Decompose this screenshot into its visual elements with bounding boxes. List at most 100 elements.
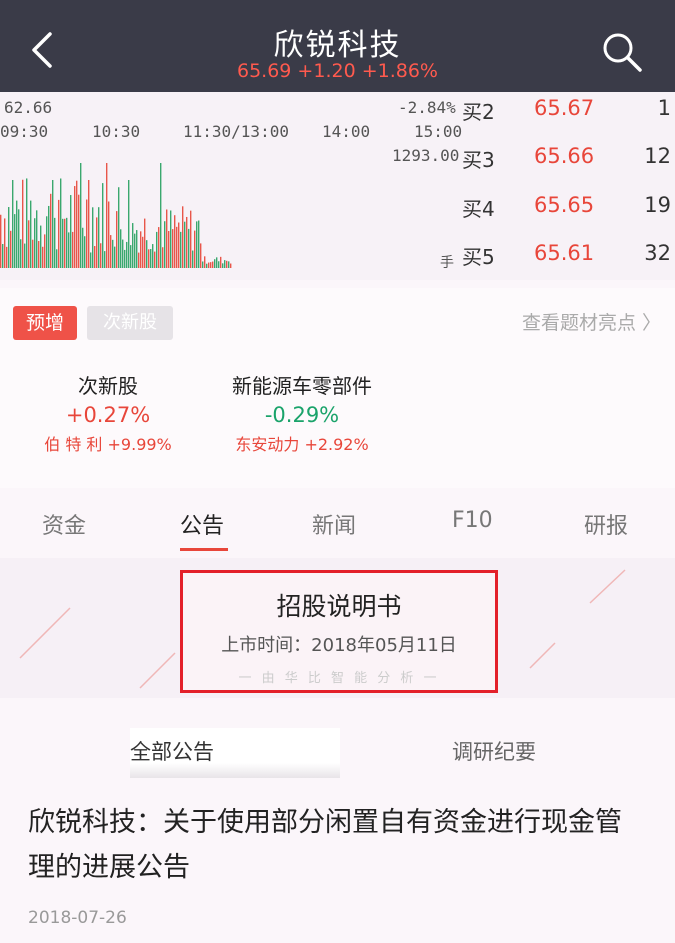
announcement-item[interactable]: 欣锐科技：关于使用部分闲置自有资金进行现金管理的进展公告 2018-07-26	[28, 800, 648, 928]
chart-time-label: 09:30	[0, 122, 49, 141]
volume-bar	[10, 230, 12, 268]
volume-bar	[140, 231, 142, 268]
volume-bar	[164, 221, 166, 268]
volume-bar	[44, 234, 46, 268]
order-book-label: 买4	[462, 197, 495, 221]
volume-bar	[114, 246, 116, 268]
volume-bar	[34, 218, 36, 268]
volume-bar	[124, 249, 126, 268]
volume-bar	[190, 210, 192, 268]
volume-bar	[110, 235, 112, 268]
volume-bar	[32, 239, 34, 268]
intraday-chart-panel[interactable]: 62.66 -2.84% 09:30 10:30 11:30/13:00 14:…	[0, 92, 675, 280]
tab-news[interactable]: 新闻	[312, 508, 356, 540]
volume-bar	[180, 231, 182, 268]
volume-bar	[206, 263, 208, 268]
volume-bar	[182, 206, 184, 268]
volume-bar	[52, 180, 54, 268]
stock-name: 欣锐科技	[273, 28, 402, 63]
volume-bar	[40, 225, 42, 268]
volume-bar	[144, 218, 146, 268]
volume-bar	[62, 218, 64, 268]
volume-bar	[178, 222, 180, 268]
volume-bar	[220, 256, 222, 268]
order-book-row: 买3 65.66 12	[462, 144, 675, 184]
tab-research[interactable]: 研报	[584, 508, 628, 540]
volume-bar	[2, 243, 4, 268]
order-book-row: 买4 65.65 19	[462, 193, 675, 233]
order-book-volume: 19	[644, 193, 671, 217]
concept-leader-stock: 东安动力	[235, 435, 300, 454]
volume-bar	[152, 244, 154, 268]
volume-bar	[216, 257, 218, 268]
volume-bar	[224, 260, 226, 268]
chart-time-label: 11:30/13:00	[183, 122, 289, 141]
volume-bar	[162, 247, 164, 268]
view-highlights-link[interactable]: 查看题材亮点 〉	[522, 308, 661, 335]
volume-bar	[194, 230, 196, 268]
volume-bar	[82, 227, 84, 268]
volume-bar	[204, 256, 206, 268]
announcement-date: 2018-07-26	[28, 908, 127, 928]
volume-bar	[186, 216, 188, 268]
volume-bar	[126, 241, 128, 268]
chart-pct-label: -2.84%	[398, 98, 456, 117]
volume-bar	[118, 187, 120, 268]
volume-bar	[0, 214, 2, 268]
subtab-all-announcements[interactable]: 全部公告	[130, 728, 340, 778]
volume-bar	[70, 195, 72, 268]
volume-bar	[134, 233, 136, 268]
order-book-volume: 12	[644, 144, 671, 168]
volume-histogram	[0, 163, 232, 268]
volume-bar	[4, 218, 6, 268]
volume-bar	[214, 259, 216, 268]
volume-bar	[60, 178, 62, 268]
concept-leader-change: +9.99%	[107, 435, 172, 454]
volume-bar	[212, 261, 214, 268]
volume-bar	[88, 180, 90, 268]
prospectus-banner[interactable]: 招股说明书 上市时间：2018年05月11日 一 由 华 比 智 能 分 析 一	[0, 558, 675, 698]
volume-bar	[54, 217, 56, 268]
active-tab-indicator	[180, 548, 228, 551]
concept-name: 次新股	[78, 374, 138, 398]
volume-bar	[192, 250, 194, 268]
tab-funds[interactable]: 资金	[42, 508, 86, 540]
volume-bar	[96, 217, 98, 268]
volume-bar	[8, 207, 10, 268]
chart-time-label: 15:00	[414, 122, 463, 141]
subtab-research-label: 调研纪要	[452, 740, 536, 764]
volume-bar	[76, 180, 78, 268]
order-book-price: 65.65	[534, 193, 595, 217]
tab-bar: 资金 公告 新闻 F10 研报	[0, 500, 675, 552]
volume-bar	[106, 163, 108, 268]
stock-quote: 65.69 +1.20 +1.86%	[237, 60, 438, 82]
volume-bar	[172, 229, 174, 268]
volume-bar	[198, 220, 200, 268]
banner-footer: 一 由 华 比 智 能 分 析 一	[238, 671, 440, 686]
order-book-row: 买5 65.61 32	[462, 241, 675, 281]
prospectus-highlight-box[interactable]: 招股说明书 上市时间：2018年05月11日 一 由 华 比 智 能 分 析 一	[180, 570, 498, 693]
subtab-all-label: 全部公告	[130, 740, 214, 764]
order-book-price: 65.61	[534, 241, 595, 265]
volume-bar	[46, 216, 48, 268]
concept-leader-stock: 伯 特 利	[44, 435, 103, 454]
volume-bar	[128, 180, 130, 268]
header-bar: 欣锐科技 65.69 +1.20 +1.86%	[0, 0, 675, 92]
volume-bar	[170, 210, 172, 268]
forecast-tag[interactable]: 预增	[13, 306, 77, 340]
tab-announcements[interactable]: 公告	[180, 508, 224, 540]
concept-item[interactable]: 新能源车零部件 -0.29% 东安动力 +2.92%	[202, 370, 402, 455]
concept-item[interactable]: 次新股 +0.27% 伯 特 利 +9.99%	[8, 370, 208, 455]
volume-bar	[222, 263, 224, 268]
volume-bar	[74, 186, 76, 268]
new-stock-tag[interactable]: 次新股	[87, 306, 173, 340]
volume-bar	[228, 261, 230, 268]
volume-bar	[210, 262, 212, 268]
search-icon[interactable]	[600, 30, 644, 74]
volume-bar	[50, 193, 52, 268]
volume-bar	[30, 200, 32, 268]
order-book-label: 买5	[462, 245, 495, 269]
volume-bar	[14, 214, 16, 268]
volume-bar	[146, 240, 148, 268]
tab-f10[interactable]: F10	[452, 508, 493, 533]
